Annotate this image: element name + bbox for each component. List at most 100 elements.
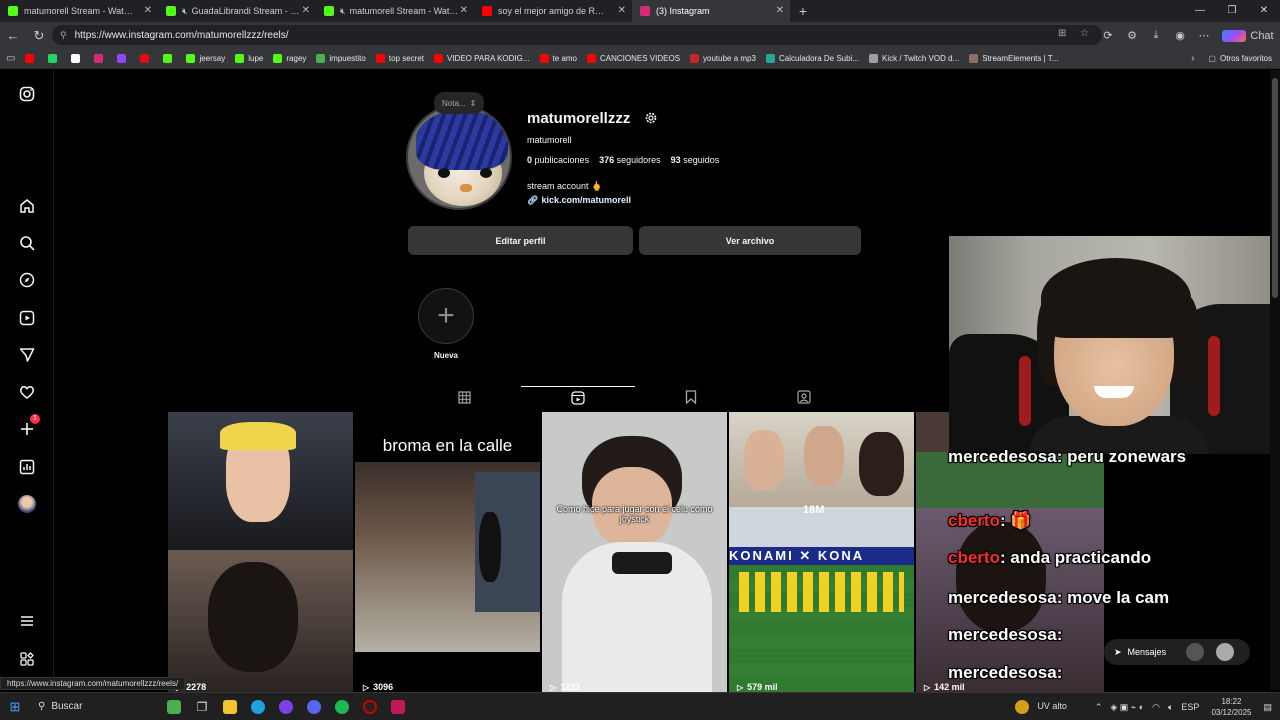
new-highlight-button[interactable]: + [418,288,474,344]
edge-icon[interactable] [244,696,272,718]
bookmark-item[interactable] [25,54,38,63]
view-archive-button[interactable]: Ver archivo [639,226,861,255]
collections-icon[interactable]: ▭ [6,53,15,64]
wifi-icon[interactable]: ◠ [1152,702,1160,713]
language-indicator[interactable]: ESP [1181,702,1199,712]
minimize-icon[interactable]: — [1184,0,1216,22]
explore-icon[interactable] [17,270,37,290]
volume-icon[interactable]: 🔈︎ [1168,702,1173,713]
bookmark-item[interactable]: lupe [235,54,263,63]
close-tab-icon[interactable]: ✕ [144,5,152,16]
chevron-right-icon[interactable]: › [1191,53,1194,64]
scrollbar-thumb[interactable] [1272,78,1278,298]
tray-icons[interactable]: ◈ ▣ ⌁ ◐ [1110,702,1144,713]
bookmark-item[interactable] [71,54,84,63]
more-menu-hamburger-icon[interactable] [17,611,37,631]
url-field[interactable]: ⚲ https://www.instagram.com/matumorellzz… [52,25,1102,45]
profile-link[interactable]: 🔗︎ kick.com/matumorell [527,195,631,206]
home-icon[interactable] [17,196,37,216]
back-icon[interactable]: ← [0,28,26,43]
notifications-heart-icon[interactable] [17,382,37,402]
edit-profile-button[interactable]: Editar perfil [408,226,633,255]
also-from-meta-icon[interactable] [17,649,37,669]
browser-tab[interactable]: 🔇︎matumorell Stream - Watch Live o✕ [316,0,474,22]
tab-reels[interactable] [521,386,635,408]
bookmark-item[interactable]: ragey [273,54,306,63]
canva-icon[interactable] [272,696,300,718]
tab-saved[interactable] [635,386,748,408]
bookmark-item[interactable]: te amo [539,54,577,63]
reload-icon[interactable]: ↻ [26,28,52,44]
page-scrollbar[interactable] [1270,70,1280,690]
bookmark-item[interactable] [94,54,107,63]
bookmark-item[interactable]: impuestito [316,54,366,63]
widgets-icon[interactable] [160,696,188,718]
bookmark-item[interactable]: VIDEO PARA KODIG... [434,54,530,63]
close-tab-icon[interactable]: ✕ [302,5,310,16]
bookmark-item[interactable]: StreamElements | T... [969,54,1058,63]
followers-stat[interactable]: 376 seguidores [599,155,661,165]
bookmark-item[interactable]: Calculadora De Subi... [765,54,859,63]
windows-start-icon[interactable]: ⊞ [0,699,30,715]
bookmark-item[interactable]: top secret [375,54,424,63]
close-tab-icon[interactable]: ✕ [618,5,626,16]
weather-widget[interactable]: UV alto [1011,700,1071,714]
bookmark-item[interactable] [140,54,153,63]
bookmark-item[interactable] [117,54,130,63]
instagram-logo-icon[interactable] [17,84,37,104]
close-window-icon[interactable]: ✕ [1248,0,1280,22]
following-stat[interactable]: 93 seguidos [671,155,720,165]
reel-tile[interactable]: Como hice para jugar con el celu como jo… [542,412,727,692]
muted-speaker-icon[interactable]: 🔇︎ [340,6,346,17]
obs-icon[interactable] [356,696,384,718]
close-tab-icon[interactable]: ✕ [460,5,468,16]
chevron-up-icon[interactable]: ⌃ [1095,702,1103,713]
new-tab-button[interactable]: + [790,3,816,19]
dashboard-icon[interactable] [17,457,37,477]
extensions-icon[interactable]: ⟳ [1096,29,1120,42]
profile-picture[interactable] [406,104,512,210]
downloads-icon[interactable]: ⤓ [1144,29,1168,42]
spotify-icon[interactable] [328,696,356,718]
site-info-icon[interactable]: ⚲ [60,30,67,41]
file-explorer-icon[interactable] [216,696,244,718]
bookmark-item[interactable]: CANCIONES VIDEOS [587,54,680,63]
bookmark-item[interactable] [48,54,61,63]
bookmark-item[interactable] [163,54,176,63]
favorite-star-icon[interactable]: ☆ [1080,28,1089,39]
bookmark-item[interactable]: Kick / Twitch VOD d... [869,54,959,63]
clock[interactable]: 18:22 03/12/2025 [1211,696,1251,718]
video-app-icon[interactable] [384,696,412,718]
tab-tagged[interactable] [748,386,861,408]
browser-tab[interactable]: 🔇︎GuadaLibrandi Stream - Watch Li✕ [158,0,316,22]
discord-icon[interactable] [300,696,328,718]
browser-tab[interactable]: (3) Instagram ✕ [632,0,790,22]
create-plus-icon[interactable] [17,419,37,439]
settings-gear-icon[interactable] [644,111,658,128]
bookmark-item[interactable]: youtube a mp3 [690,54,756,63]
search-icon[interactable] [17,233,37,253]
other-favorites[interactable]: › ▢ Otros favoritos [1191,53,1272,64]
browser-tab[interactable]: soy el mejor amigo de RAGEYLO ✕ [474,0,632,22]
reel-tile[interactable]: ▷2278 [168,412,353,692]
profile-icon[interactable]: ◉ [1168,29,1192,42]
close-tab-icon[interactable]: ✕ [776,5,784,16]
profile-avatar-icon[interactable] [17,494,37,514]
bookmark-item[interactable]: jeersay [186,54,225,63]
taskbar-search[interactable]: ⚲ Buscar [30,696,160,718]
reels-icon[interactable] [17,308,37,328]
maximize-icon[interactable]: ❐ [1216,0,1248,22]
browser-tab[interactable]: matumorell Stream - Watch Live o ✕ [0,0,158,22]
tab-posts[interactable] [408,386,521,408]
task-view-icon[interactable]: ❐ [188,696,216,718]
reel-tile[interactable]: KONAMI ✕ KONA 18M ▷ 579 mil [729,412,914,692]
profile-note-bubble[interactable]: Nota... ⇕ [434,92,485,114]
reel-tile[interactable]: broma en la calle ▷ 3096 [355,412,540,692]
messages-icon[interactable] [17,345,37,365]
notification-center-icon[interactable]: ▤ [1263,702,1272,713]
split-screen-icon[interactable]: ⚙ [1120,29,1144,42]
more-menu-icon[interactable]: ⋯ [1192,29,1216,42]
app-install-icon[interactable]: ⊞ [1058,28,1066,39]
copilot-chat-button[interactable]: Chat [1216,29,1280,42]
muted-speaker-icon[interactable]: 🔇︎ [182,6,188,17]
